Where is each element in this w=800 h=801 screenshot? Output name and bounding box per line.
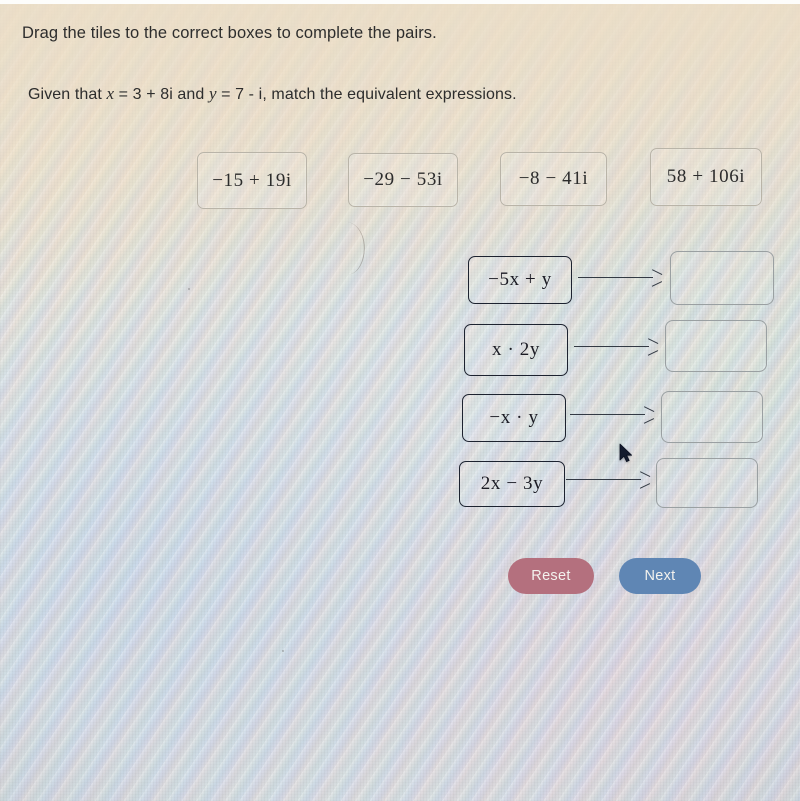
pair-arrow-3 (570, 409, 654, 421)
arrow-shaft (578, 277, 653, 279)
arrow-head (647, 341, 658, 353)
photographed-screen-stage: Drag the tiles to the correct boxes to c… (0, 0, 800, 801)
next-button-label: Next (644, 568, 676, 584)
draggable-tile-4[interactable]: 58 + 106i (650, 148, 762, 206)
arrow-head (639, 474, 650, 486)
drop-target-4[interactable] (656, 458, 758, 508)
arrow-shaft (566, 479, 641, 481)
pair-arrow-2 (574, 341, 658, 353)
expression-text: −x · y (489, 407, 539, 428)
paper-pencil-mark (327, 220, 368, 276)
mouse-pointer-icon (619, 443, 632, 462)
tile-label: −8 − 41i (518, 168, 589, 189)
arrow-shaft (574, 346, 649, 348)
expression-box-2: x · 2y (464, 324, 568, 376)
arrow-head (651, 272, 662, 284)
drop-target-3[interactable] (661, 391, 763, 443)
given-y-variable: y (208, 84, 217, 103)
expression-box-3: −x · y (462, 394, 566, 442)
next-button[interactable]: Next (619, 558, 701, 594)
drop-target-2[interactable] (665, 320, 767, 372)
given-x-value: = 3 + 8i and (114, 86, 209, 103)
pair-arrow-1 (578, 272, 662, 284)
given-prefix: Given that (28, 86, 107, 103)
arrow-head (643, 409, 654, 421)
given-statement: Given that x = 3 + 8i and y = 7 - i, mat… (28, 84, 517, 104)
tile-label: −15 + 19i (212, 169, 292, 191)
reset-button-label: Reset (531, 568, 571, 584)
expression-box-4: 2x − 3y (459, 461, 565, 507)
expression-box-1: −5x + y (468, 256, 572, 304)
pair-arrow-4 (566, 474, 650, 486)
tile-label: 58 + 106i (666, 166, 746, 187)
reset-button[interactable]: Reset (508, 558, 594, 594)
draggable-tile-3[interactable]: −8 − 41i (500, 152, 607, 206)
paper-speck (188, 288, 190, 290)
expression-text: 2x − 3y (480, 473, 544, 494)
draggable-tile-2[interactable]: −29 − 53i (348, 153, 458, 207)
draggable-tile-1[interactable]: −15 + 19i (197, 152, 307, 209)
given-y-value: = 7 - i, match the equivalent expression… (216, 86, 517, 103)
expression-text: −5x + y (488, 269, 552, 290)
given-x-variable: x (106, 84, 115, 103)
arrow-shaft (570, 414, 645, 416)
tile-label: −29 − 53i (363, 169, 443, 190)
paper-speck (282, 650, 284, 652)
drop-target-1[interactable] (670, 251, 774, 305)
expression-text: x · 2y (492, 339, 540, 360)
instruction-text: Drag the tiles to the correct boxes to c… (22, 24, 437, 42)
